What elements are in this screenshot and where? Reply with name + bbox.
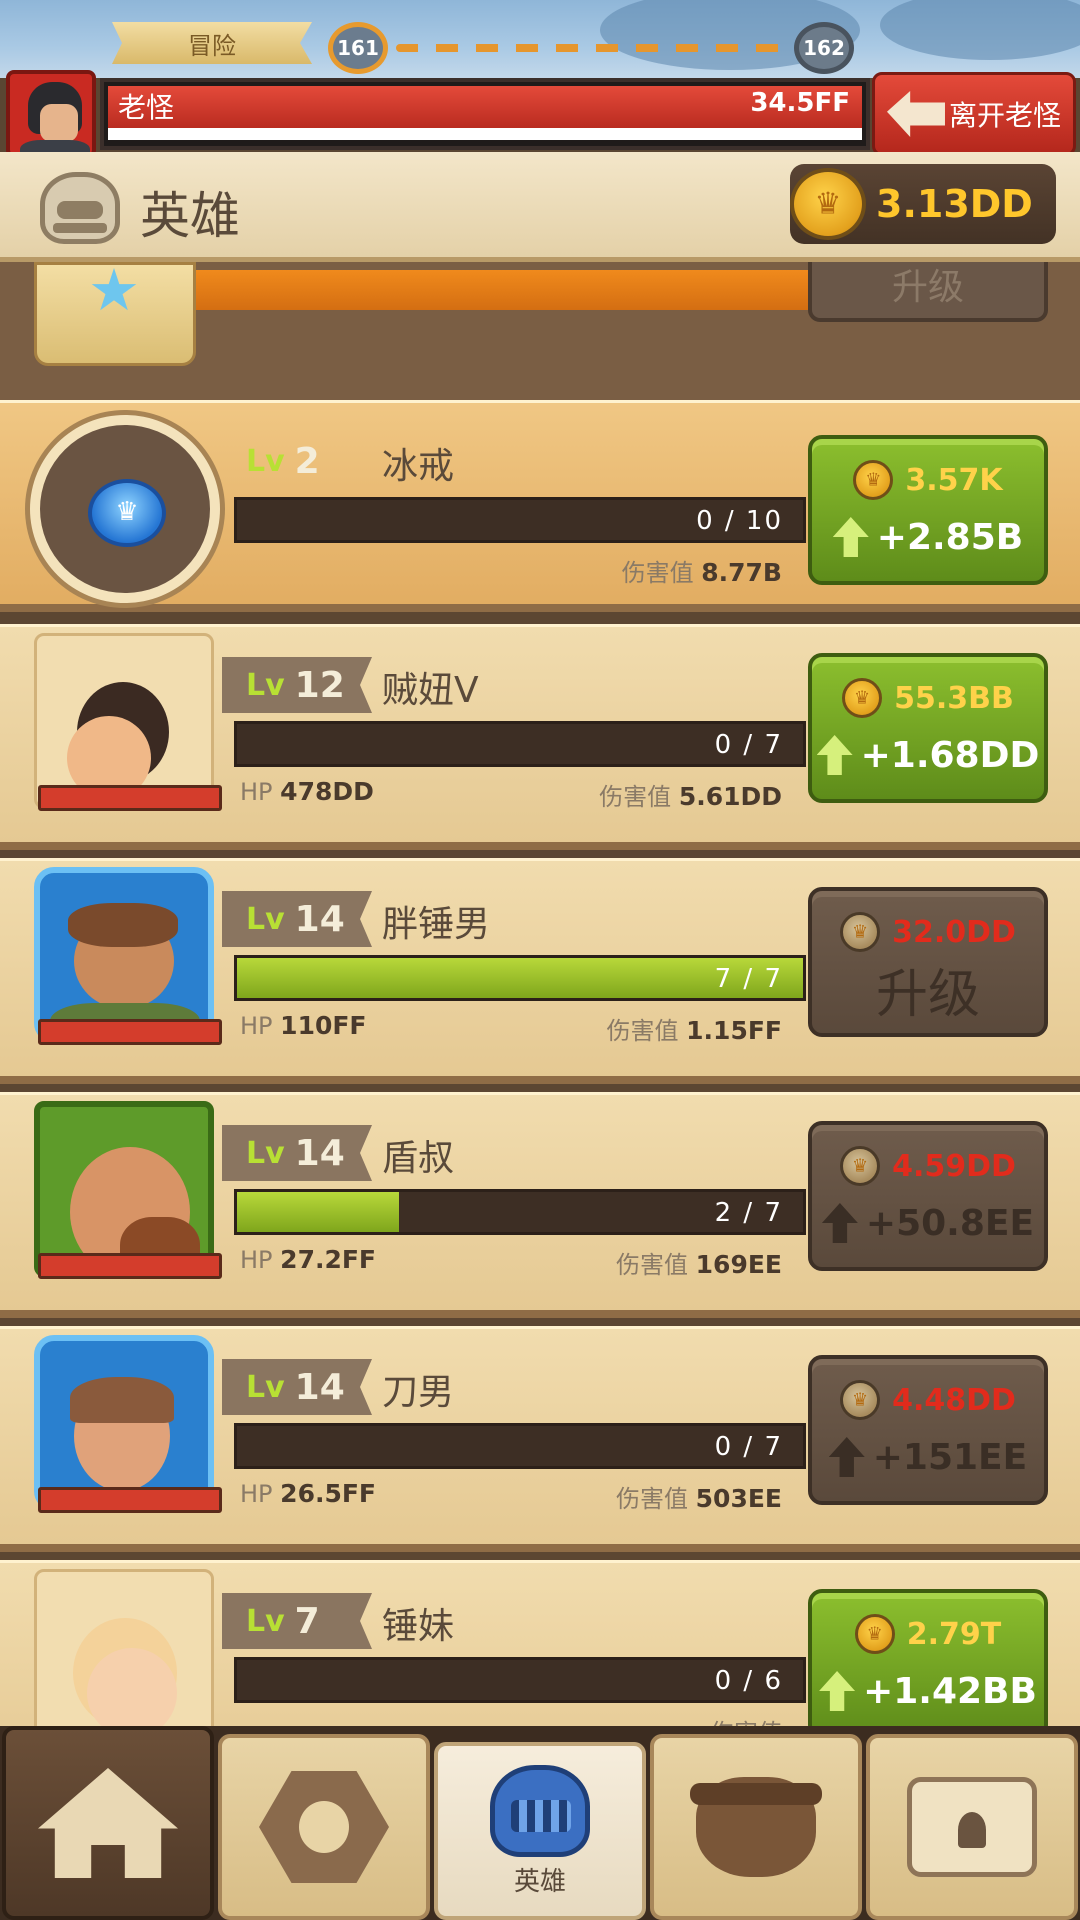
hero-portrait bbox=[34, 1569, 214, 1732]
hero-portrait bbox=[34, 1335, 214, 1511]
level-tag: Lv 14 bbox=[222, 1125, 372, 1181]
up-arrow-icon bbox=[816, 735, 853, 775]
upgrade-button[interactable]: 3.57K +2.85B bbox=[808, 435, 1048, 585]
nav-tab-chest[interactable] bbox=[866, 1734, 1078, 1920]
hero-name: 贼妞V bbox=[382, 670, 479, 711]
heroes-header: 英雄 3.13DD bbox=[0, 152, 1080, 262]
cauldron-icon bbox=[690, 1777, 822, 1877]
hero-hp-bar bbox=[38, 1019, 222, 1045]
adventure-tab[interactable]: 冒险 bbox=[112, 22, 312, 64]
level-tag: Lv 12 bbox=[222, 657, 372, 713]
coin-icon bbox=[854, 1614, 895, 1654]
upgrade-button[interactable]: 4.59DD +50.8EE bbox=[808, 1121, 1048, 1271]
cloud-decoration bbox=[880, 0, 1080, 60]
hero-hp-bar bbox=[38, 1253, 222, 1279]
up-arrow-icon bbox=[819, 1671, 856, 1711]
stage-progress-dashes bbox=[396, 44, 788, 52]
boss-name: 老怪 bbox=[118, 91, 175, 124]
damage-stat: 伤害值 1.15FF bbox=[606, 1016, 782, 1045]
hero-name: 盾叔 bbox=[382, 1138, 455, 1179]
upgrade-button[interactable]: 32.0DD 升级 bbox=[808, 887, 1048, 1037]
nav-tab-heroes[interactable]: 英雄 bbox=[434, 1742, 646, 1920]
boss-avatar bbox=[6, 70, 96, 158]
damage-stat: 伤害值 169EE bbox=[616, 1250, 782, 1279]
ice-ring-icon bbox=[88, 479, 166, 547]
hero-row: Lv7 锤妹 0 / 6 伤害值 2.79T +1.42BB bbox=[0, 1560, 1080, 1732]
upgrade-button[interactable]: 2.79T +1.42BB bbox=[808, 1589, 1048, 1732]
nav-tab-skills[interactable] bbox=[218, 1734, 430, 1920]
helmet-icon bbox=[40, 172, 120, 244]
level-progress-bar: 0 / 6 bbox=[234, 1657, 806, 1703]
level-tag: Lv 2 bbox=[246, 440, 320, 482]
gold-balance: 3.13DD bbox=[790, 164, 1056, 244]
coin-icon bbox=[790, 168, 866, 240]
coin-icon bbox=[840, 1380, 881, 1420]
progress-bar-fill bbox=[190, 270, 810, 310]
nav-tab-alchemy[interactable] bbox=[650, 1734, 862, 1920]
chest-icon bbox=[907, 1777, 1037, 1877]
level-tag: Lv 14 bbox=[222, 891, 372, 947]
bottom-nav: 英雄 bbox=[0, 1726, 1080, 1920]
up-arrow-icon bbox=[821, 1203, 858, 1243]
leave-boss-label: 离开老怪 bbox=[948, 99, 1061, 132]
gold-amount: 3.13DD bbox=[876, 182, 1033, 226]
leave-boss-button[interactable]: 离开老怪 bbox=[872, 72, 1076, 156]
star-icon: ★ bbox=[88, 262, 140, 324]
level-tag: Lv 14 bbox=[222, 1359, 372, 1415]
nav-tab-home[interactable] bbox=[2, 1726, 214, 1920]
damage-stat: 伤害值 8.77B bbox=[621, 558, 782, 587]
back-arrow-icon bbox=[886, 91, 945, 137]
hero-row: Lv14 盾叔 2 / 7 HP 27.2FF 伤害值 169EE 4.59DD… bbox=[0, 1092, 1080, 1318]
upgrade-button[interactable]: 升级 bbox=[808, 262, 1048, 322]
boss-hp-value: 34.5FF bbox=[750, 88, 850, 118]
section-title: 英雄 bbox=[140, 187, 240, 245]
upgrade-button[interactable]: 4.48DD +151EE bbox=[808, 1355, 1048, 1505]
hp-stat: HP 478DD bbox=[240, 777, 374, 806]
hero-row: Lv12 贼妞V 0 / 7 HP 478DD 伤害值 5.61DD 55.3B… bbox=[0, 624, 1080, 850]
hero-hp-bar bbox=[38, 785, 222, 811]
hero-portrait bbox=[34, 867, 214, 1043]
level-progress-bar: 0 / 7 bbox=[234, 1423, 806, 1469]
hero-hp-bar bbox=[38, 1487, 222, 1513]
hp-stat: HP 26.5FF bbox=[240, 1479, 377, 1508]
damage-stat: 伤害值 5.61DD bbox=[599, 782, 782, 811]
hero-row: Lv14 刀男 0 / 7 HP 26.5FF 伤害值 503EE 4.48DD… bbox=[0, 1326, 1080, 1552]
coin-icon bbox=[853, 460, 894, 500]
ring-portrait bbox=[30, 415, 220, 603]
coin-icon bbox=[840, 1146, 881, 1186]
hero-name: 冰戒 bbox=[382, 446, 455, 487]
level-progress-bar: 7 / 7 bbox=[234, 955, 806, 1001]
hero-name: 锤妹 bbox=[382, 1606, 455, 1647]
hero-row: Lv14 胖锤男 7 / 7 HP 110FF 伤害值 1.15FF 32.0D… bbox=[0, 858, 1080, 1084]
hero-name: 胖锤男 bbox=[382, 904, 491, 945]
hexagon-icon bbox=[259, 1771, 389, 1883]
upgrade-button[interactable]: 55.3BB +1.68DD bbox=[808, 653, 1048, 803]
level-progress-bar: 0 / 10 bbox=[234, 497, 806, 543]
house-icon bbox=[38, 1768, 178, 1878]
level-progress-bar: 0 / 7 bbox=[234, 721, 806, 767]
level-tag: Lv 7 bbox=[222, 1593, 372, 1649]
damage-stat: 伤害值 503EE bbox=[616, 1484, 782, 1513]
level-progress-bar: 2 / 7 bbox=[234, 1189, 806, 1235]
nav-label: 英雄 bbox=[513, 1866, 566, 1897]
hero-portrait bbox=[34, 1101, 214, 1277]
coin-icon bbox=[840, 912, 881, 952]
up-arrow-icon bbox=[828, 1437, 865, 1477]
hero-portrait bbox=[34, 633, 214, 809]
helmet-icon bbox=[490, 1764, 590, 1857]
hero-row: Lv2 冰戒 0 / 10 伤害值 8.77B 3.57K +2.85B bbox=[0, 400, 1080, 612]
partial-hero-row: ★ 升级 bbox=[0, 262, 1080, 400]
hp-stat: HP 27.2FF bbox=[240, 1245, 377, 1274]
hero-name: 刀男 bbox=[382, 1372, 455, 1413]
up-arrow-icon bbox=[832, 517, 869, 557]
coin-icon bbox=[842, 678, 883, 718]
next-stage-node: 162 bbox=[794, 22, 854, 74]
hp-stat: HP 110FF bbox=[240, 1011, 367, 1040]
current-stage-node: 161 bbox=[328, 22, 388, 74]
hero-list[interactable]: ★ 升级 Lv2 冰戒 0 / 10 伤害值 8.77B 3.57K +2.85… bbox=[0, 262, 1080, 1732]
